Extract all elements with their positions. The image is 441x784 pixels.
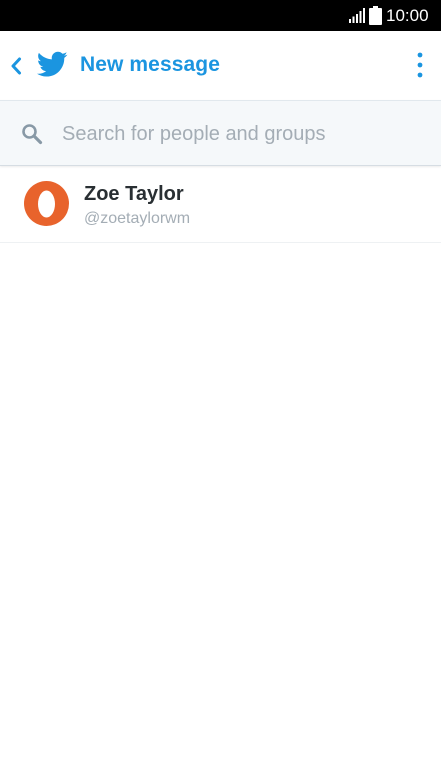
search-bar — [0, 100, 441, 166]
contact-handle: @zoetaylorwm — [84, 210, 191, 227]
more-options-button[interactable] — [404, 49, 436, 81]
search-input[interactable] — [62, 117, 422, 151]
signal-icon — [349, 8, 365, 23]
avatar — [24, 181, 69, 226]
search-icon — [22, 124, 43, 145]
status-time: 10:00 — [386, 6, 429, 25]
twitter-bird-icon — [37, 51, 68, 77]
results-list: Zoe Taylor @zoetaylorwm — [0, 167, 441, 243]
more-vertical-icon — [417, 52, 423, 78]
battery-icon — [369, 6, 382, 25]
chevron-left-icon — [11, 57, 21, 75]
page-title: New message — [80, 53, 221, 76]
back-button[interactable] — [4, 51, 28, 81]
status-bar: 10:00 — [0, 0, 441, 31]
list-item[interactable]: Zoe Taylor @zoetaylorwm — [0, 167, 441, 243]
contact-name: Zoe Taylor — [84, 183, 184, 205]
app-bar: New message — [0, 31, 441, 100]
